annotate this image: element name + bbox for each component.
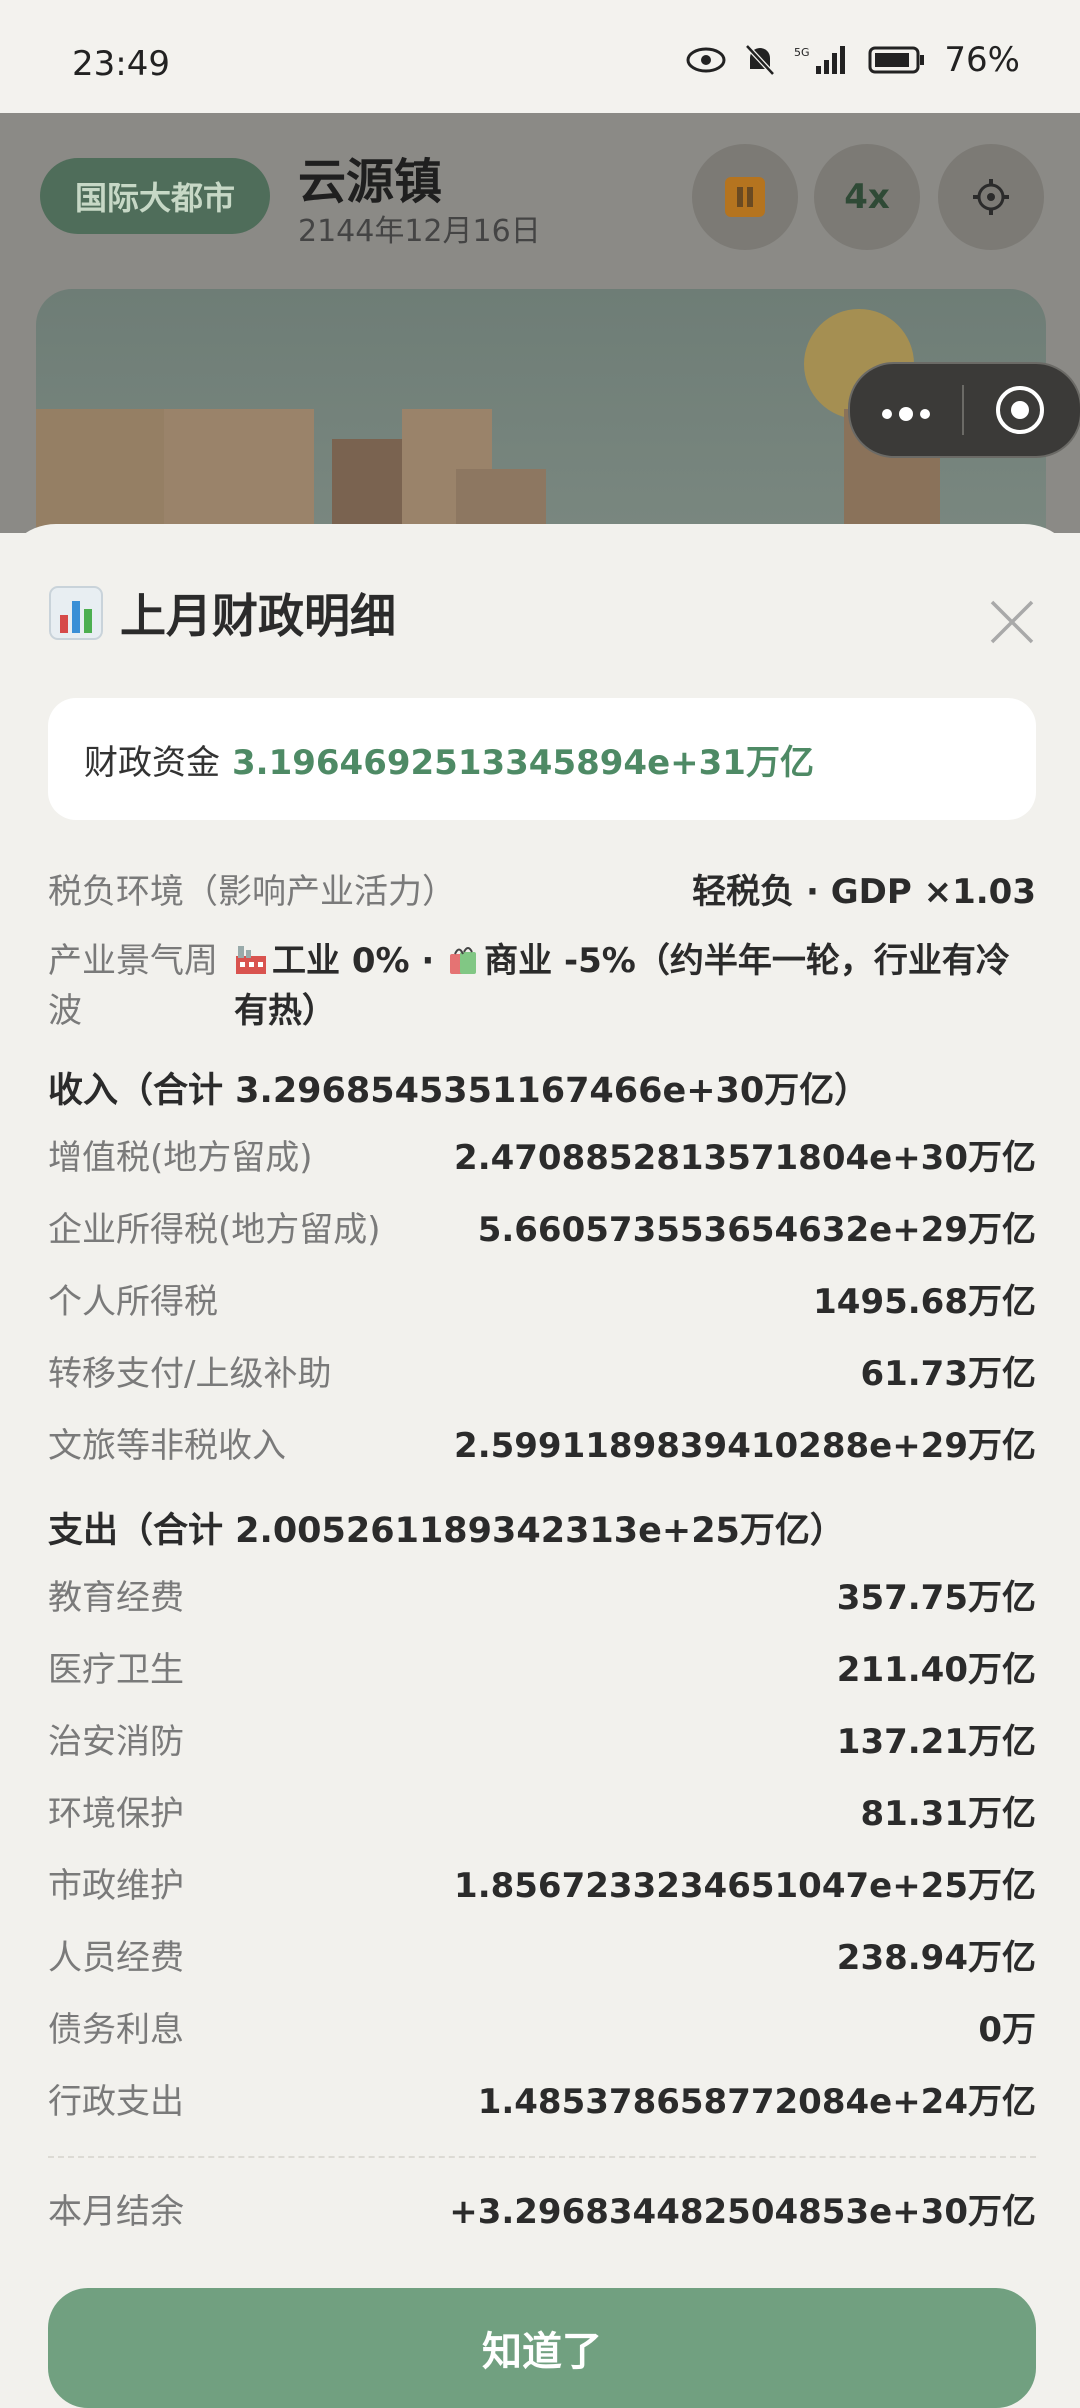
income-value: 61.73万亿 xyxy=(860,1354,1036,1394)
svg-text:5G: 5G xyxy=(794,46,810,59)
fund-card: 财政资金 3.1964692513345894e+31万亿 xyxy=(48,698,1036,820)
expense-value: 81.31万亿 xyxy=(860,1794,1036,1834)
game-date: 2144年12月16日 xyxy=(298,214,541,249)
tax-env-row: 税负环境（影响产业活力） 轻税负 · GDP ×1.03 xyxy=(48,864,1036,913)
balance-label: 本月结余 xyxy=(48,2192,184,2232)
pause-button[interactable] xyxy=(692,144,798,250)
expense-value: 238.94万亿 xyxy=(836,1938,1036,1978)
close-button[interactable] xyxy=(984,594,1040,650)
expense-row: 行政支出 1.485378658772084e+24万亿 xyxy=(48,2074,1036,2123)
income-value: 2.5991189839410288e+29万亿 xyxy=(454,1426,1036,1466)
signal-icon: 5G xyxy=(794,46,846,74)
got-it-button[interactable]: 知道了 xyxy=(48,2288,1036,2408)
battery-percent: 76% xyxy=(944,40,1020,80)
close-icon xyxy=(990,600,1034,644)
balance-divider xyxy=(48,2156,1036,2158)
income-row: 文旅等非税收入 2.5991189839410288e+29万亿 xyxy=(48,1418,1036,1467)
building xyxy=(332,439,402,533)
income-label: 增值税(地方留成) xyxy=(48,1138,313,1178)
expense-row: 人员经费 238.94万亿 xyxy=(48,1930,1036,1979)
eye-icon xyxy=(686,47,726,73)
sheet-title: 上月财政明细 xyxy=(48,580,396,646)
tax-env-value: 轻税负 · GDP ×1.03 xyxy=(692,872,1036,912)
cycle-label: 产业景气周波 xyxy=(48,941,218,1031)
more-options-button[interactable] xyxy=(850,390,962,430)
city-level-badge[interactable]: 国际大都市 xyxy=(40,158,270,234)
expense-row: 环境保护 81.31万亿 xyxy=(48,1786,1036,1835)
settings-button[interactable] xyxy=(938,144,1044,250)
expense-value: 211.40万亿 xyxy=(836,1650,1036,1690)
income-row: 增值税(地方留成) 2.4708852813571804e+30万亿 xyxy=(48,1130,1036,1179)
miniprogram-capsule xyxy=(848,362,1080,458)
expense-row: 教育经费 357.75万亿 xyxy=(48,1570,1036,1619)
speed-button[interactable]: 4x xyxy=(814,144,920,250)
industry-cycle-row: 产业景气周波 工业 0% · 商业 -5%（约半年一轮，行业有冷有热） xyxy=(48,936,1036,1036)
income-label: 个人所得税 xyxy=(48,1282,218,1322)
expense-label: 环境保护 xyxy=(48,1794,184,1834)
app-background: 国际大都市 云源镇 2144年12月16日 4x xyxy=(0,113,1080,533)
fund-value: 3.1964692513345894e+31万亿 xyxy=(232,742,814,783)
expense-label: 市政维护 xyxy=(48,1866,184,1906)
pause-icon xyxy=(725,177,765,217)
expense-value: 0万 xyxy=(978,2010,1036,2050)
income-label: 转移支付/上级补助 xyxy=(48,1354,332,1394)
income-value: 1495.68万亿 xyxy=(813,1282,1036,1322)
income-row: 转移支付/上级补助 61.73万亿 xyxy=(48,1346,1036,1395)
status-icons: 5G 76% xyxy=(686,40,1020,80)
income-value: 2.4708852813571804e+30万亿 xyxy=(454,1138,1036,1178)
income-value: 5.660573553654632e+29万亿 xyxy=(477,1210,1036,1250)
bar-chart-icon xyxy=(49,586,103,640)
expense-row: 债务利息 0万 xyxy=(48,2002,1036,2051)
expense-header: 支出（合计 2.005261189342313e+25万亿） xyxy=(48,1511,845,1551)
target-icon xyxy=(996,386,1044,434)
cycle-value: 工业 0% · 商业 -5%（约半年一轮，行业有冷有热） xyxy=(234,936,1034,1036)
income-row: 企业所得税(地方留成) 5.660573553654632e+29万亿 xyxy=(48,1202,1036,1251)
status-bar: 23:49 5G 76% xyxy=(0,0,1080,113)
status-time: 23:49 xyxy=(72,44,170,84)
mute-bell-icon xyxy=(745,44,776,76)
balance-row: 本月结余 +3.296834482504853e+30万亿 xyxy=(48,2184,1036,2233)
income-header: 收入（合计 3.2968545351167466e+30万亿） xyxy=(48,1071,870,1111)
balance-value: +3.296834482504853e+30万亿 xyxy=(449,2192,1036,2232)
city-name: 云源镇 xyxy=(298,154,443,210)
expense-row: 治安消防 137.21万亿 xyxy=(48,1714,1036,1763)
factory-icon xyxy=(236,946,266,974)
gear-icon xyxy=(973,179,1009,215)
close-miniprogram-button[interactable] xyxy=(964,384,1076,436)
expense-label: 治安消防 xyxy=(48,1722,184,1762)
income-row: 个人所得税 1495.68万亿 xyxy=(48,1274,1036,1323)
fund-label: 财政资金 xyxy=(84,742,220,783)
expense-label: 医疗卫生 xyxy=(48,1650,184,1690)
expense-label: 行政支出 xyxy=(48,2082,184,2122)
expense-value: 357.75万亿 xyxy=(836,1578,1036,1618)
expense-label: 教育经费 xyxy=(48,1578,184,1618)
building xyxy=(36,409,176,533)
expense-row: 医疗卫生 211.40万亿 xyxy=(48,1642,1036,1691)
expense-label: 债务利息 xyxy=(48,2010,184,2050)
expense-label: 人员经费 xyxy=(48,1938,184,1978)
expense-value: 1.8567233234651047e+25万亿 xyxy=(454,1866,1036,1906)
expense-row: 市政维护 1.8567233234651047e+25万亿 xyxy=(48,1858,1036,1907)
expense-value: 1.485378658772084e+24万亿 xyxy=(477,2082,1036,2122)
more-dots-icon xyxy=(882,407,930,421)
income-label: 文旅等非税收入 xyxy=(48,1426,286,1466)
sheet-title-text: 上月财政明细 xyxy=(120,589,396,643)
income-label: 企业所得税(地方留成) xyxy=(48,1210,381,1250)
building xyxy=(402,409,492,533)
battery-icon xyxy=(868,46,925,74)
cycle-industry-text: 工业 0% · xyxy=(272,941,447,981)
building xyxy=(164,409,314,533)
expense-value: 137.21万亿 xyxy=(836,1722,1036,1762)
shopping-bags-icon xyxy=(450,947,477,974)
tax-env-label: 税负环境（影响产业活力） xyxy=(48,872,456,912)
finance-sheet: 上月财政明细 财政资金 3.1964692513345894e+31万亿 税负环… xyxy=(0,524,1080,2408)
